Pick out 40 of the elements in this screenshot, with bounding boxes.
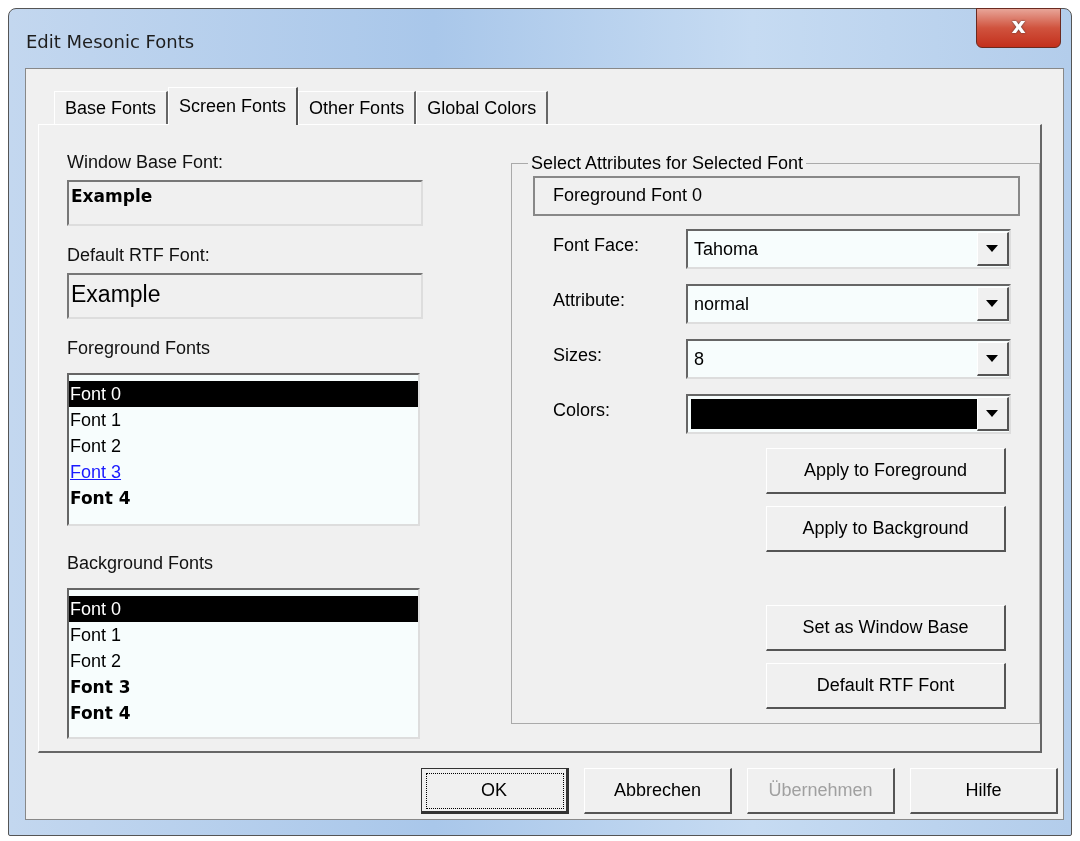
tab[interactable]: Other Fonts [298, 91, 417, 124]
list-item[interactable]: Font 1 [69, 622, 418, 648]
font-listbox[interactable]: Font 0 Font 1 Font 2 Font 3 Font 4 [67, 373, 420, 526]
list-item[interactable]: Font 2 [69, 648, 418, 674]
selected-font-display: Foreground Font 0 [532, 176, 1020, 216]
dropdown[interactable]: 8 [685, 339, 1011, 379]
font-listbox[interactable]: Font 0 Font 1 Font 2 Font 3 Font 4 [67, 588, 420, 739]
window-title: Edit Mesonic Fonts [26, 31, 195, 52]
action-button[interactable]: Set as Window Base [766, 605, 1006, 651]
list-item[interactable]: Font 4 [69, 700, 418, 726]
dialog-button[interactable]: Hilfe [910, 768, 1058, 814]
dropdown[interactable]: Tahoma [685, 229, 1011, 269]
dialog-button[interactable]: Abbrechen [584, 768, 732, 814]
action-button[interactable]: Apply to Foreground [766, 448, 1006, 494]
list-item[interactable]: Font 0 [69, 381, 418, 407]
tab[interactable]: Base Fonts [54, 91, 169, 124]
field-label: Colors: [551, 399, 611, 422]
field-label: Default RTF Font: [67, 244, 211, 266]
list-item[interactable]: Font 2 [69, 433, 418, 459]
field-label: Font Face: [551, 234, 640, 257]
field-label: Attribute: [551, 289, 626, 312]
list-item[interactable]: Font 4 [69, 485, 418, 511]
list-label: Background Fonts [67, 552, 215, 574]
field-label: Sizes: [551, 344, 603, 367]
tab[interactable]: Global Colors [416, 91, 549, 124]
font-sample-field: Example [67, 273, 423, 319]
list-item[interactable]: Font 0 [69, 596, 418, 622]
action-button[interactable]: Apply to Background [766, 506, 1006, 552]
tab[interactable]: Screen Fonts [168, 87, 299, 125]
font-sample-field: Example [67, 180, 423, 226]
list-item[interactable]: Font 1 [69, 407, 418, 433]
list-label: Foreground Fonts [67, 337, 212, 359]
field-label: Window Base Font: [67, 151, 225, 173]
dropdown[interactable] [685, 394, 1011, 434]
list-item[interactable]: Font 3 [69, 459, 418, 485]
dropdown[interactable]: normal [685, 284, 1011, 324]
dialog-button[interactable]: OK [421, 768, 569, 814]
action-button[interactable]: Default RTF Font [766, 663, 1006, 709]
close-button[interactable]: x [976, 8, 1061, 48]
list-item[interactable]: Font 3 [69, 674, 418, 700]
